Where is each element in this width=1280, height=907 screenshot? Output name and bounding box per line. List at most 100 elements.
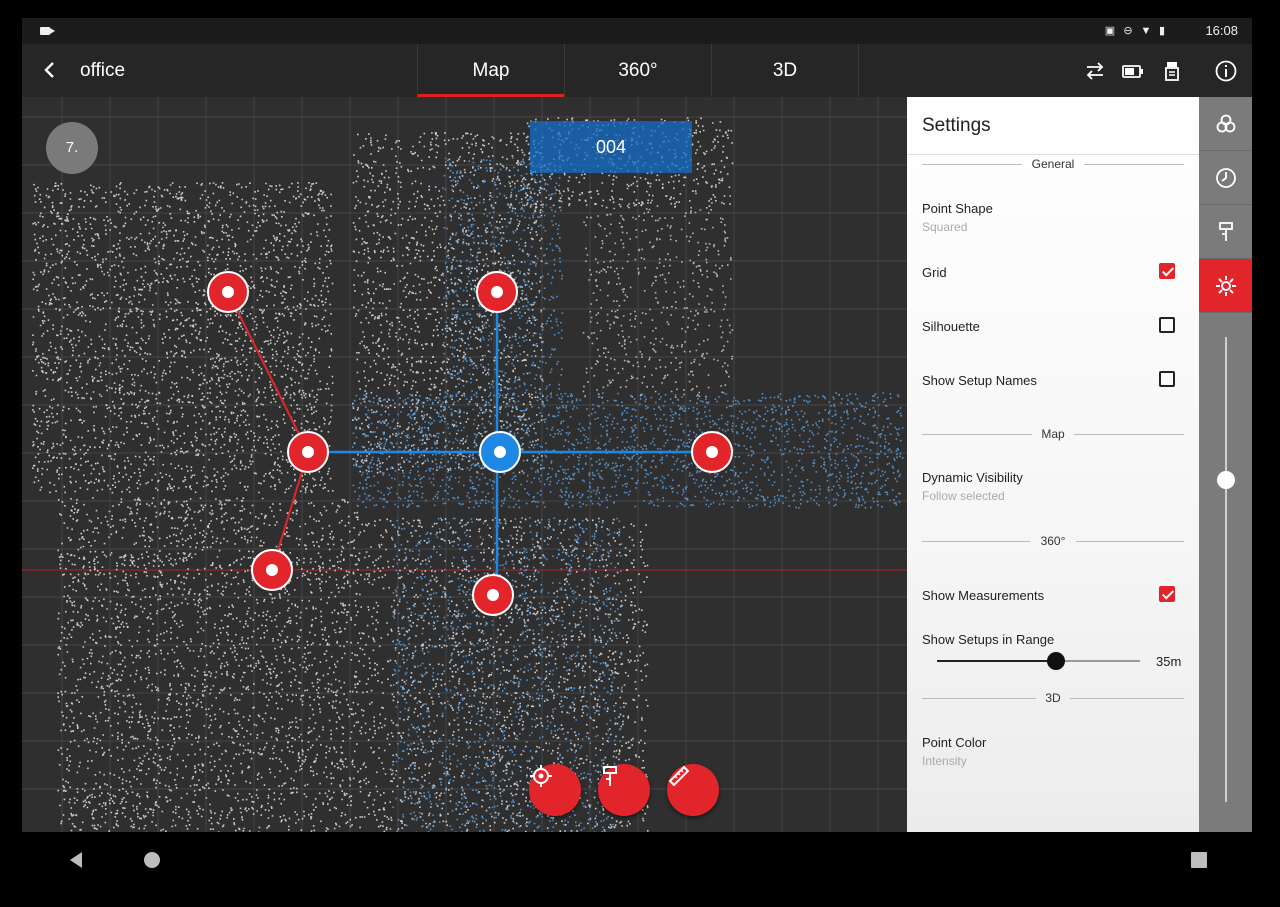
battery-icon — [1122, 65, 1143, 78]
show-measurements-checkbox[interactable] — [1159, 586, 1175, 602]
rail-settings-button[interactable] — [1199, 259, 1252, 313]
show-setup-names-checkbox[interactable] — [1159, 371, 1175, 387]
setup-marker-dot — [487, 589, 499, 601]
swap-icon — [1086, 62, 1104, 80]
rail-history-button[interactable] — [1199, 151, 1252, 205]
add-setup-button[interactable] — [598, 764, 650, 816]
section-general: General — [922, 157, 1184, 171]
nav-recents-icon[interactable] — [1190, 851, 1208, 869]
section-3d-label: 3D — [1045, 691, 1061, 705]
setup-marker-dot — [222, 286, 234, 298]
point-cloud-selected-s — [392, 517, 623, 832]
point-shape-label[interactable]: Point Shape — [922, 201, 993, 216]
setup-marker[interactable] — [287, 431, 329, 473]
setup-marker-dot — [491, 286, 503, 298]
point-color-value: Intensity — [922, 754, 967, 768]
selected-setup-marker[interactable] — [479, 431, 521, 473]
measure-button[interactable] — [667, 764, 719, 816]
grid-label: Grid — [922, 265, 947, 280]
settings-title: Settings — [922, 115, 991, 136]
nav-home-icon[interactable] — [142, 850, 162, 870]
cast-icon: ▣ — [1104, 25, 1116, 37]
show-setup-names-label: Show Setup Names — [922, 373, 1037, 388]
point-color-label[interactable]: Point Color — [922, 735, 986, 750]
zoom-slider-track[interactable] — [1225, 337, 1227, 802]
section-map: Map — [922, 427, 1184, 441]
range-slider-value: 35m — [1156, 654, 1182, 669]
show-setups-in-range-label: Show Setups in Range — [922, 632, 1055, 647]
tab-3d[interactable]: 3D — [711, 44, 859, 97]
app-bar: office Map 360° 3D — [22, 44, 1252, 97]
project-title: office — [80, 60, 126, 81]
back-button[interactable] — [38, 58, 62, 82]
setup-pin-icon — [603, 766, 617, 786]
status-bar: ▣ ⊖ ▼ ▮ 16:08 — [22, 18, 1252, 44]
silhouette-label: Silhouette — [922, 319, 980, 334]
lock-icon: ▮ — [1158, 25, 1166, 37]
point-cloud-room-e-dots — [582, 199, 734, 399]
measure-icon — [668, 765, 690, 787]
target-icon — [530, 765, 552, 787]
selected-setup-label: 004 — [530, 121, 692, 173]
range-slider-fill — [937, 660, 1056, 662]
point-shape-value: Squared — [922, 220, 968, 234]
pin-icon — [1219, 222, 1233, 241]
scanner-button[interactable] — [1160, 59, 1184, 83]
setup-marker-dot — [266, 564, 278, 576]
tab-360[interactable]: 360° — [564, 44, 711, 97]
settings-panel: Settings General Point Shape Squared Gri… — [907, 97, 1199, 832]
tab-map[interactable]: Map — [417, 44, 564, 97]
swap-button[interactable] — [1083, 59, 1107, 83]
layers-icon — [1216, 114, 1236, 133]
zoom-slider-thumb[interactable] — [1217, 471, 1235, 489]
nav-back-icon[interactable] — [66, 850, 86, 870]
tab-map-label: Map — [472, 60, 510, 81]
setup-marker[interactable] — [207, 271, 249, 313]
status-time: 16:08 — [1205, 23, 1238, 38]
setup-marker[interactable] — [476, 271, 518, 313]
setup-marker[interactable] — [472, 574, 514, 616]
camera-record-icon — [40, 27, 55, 35]
silhouette-checkbox[interactable] — [1159, 317, 1175, 333]
clock-icon — [1216, 168, 1236, 188]
section-360: 360° — [922, 534, 1184, 548]
info-button[interactable] — [1214, 59, 1238, 83]
section-general-label: General — [1031, 157, 1075, 171]
scanner-icon — [1165, 62, 1179, 81]
grid-checkbox[interactable] — [1159, 263, 1175, 279]
setup-marker[interactable] — [691, 431, 733, 473]
point-cloud-room-sw-dots — [57, 497, 359, 832]
selected-setup-marker-dot — [494, 446, 506, 458]
setup-marker-dot — [706, 446, 718, 458]
info-icon — [1215, 60, 1237, 82]
section-map-label: Map — [1041, 427, 1065, 441]
settings-gear-icon — [1216, 276, 1236, 296]
settings-header-divider — [907, 154, 1199, 155]
show-measurements-label: Show Measurements — [922, 588, 1045, 603]
dynamic-visibility-value: Follow selected — [922, 489, 1005, 503]
setup-marker[interactable] — [251, 549, 293, 591]
rail-layers-button[interactable] — [1199, 97, 1252, 151]
map-view[interactable]: 7. 004 — [22, 97, 907, 832]
dynamic-visibility-label[interactable]: Dynamic Visibility — [922, 470, 1023, 485]
chevron-left-icon — [44, 62, 54, 78]
wifi-icon: ▼ — [1140, 25, 1152, 37]
tab-360-label: 360° — [618, 60, 658, 81]
setup-marker-dot — [302, 446, 314, 458]
point-cloud-selected-s-dots — [392, 517, 623, 832]
point-cloud-corridor — [352, 392, 904, 509]
point-cloud-corridor-dots — [352, 392, 904, 509]
tab-3d-label: 3D — [772, 60, 798, 81]
point-cloud-room-e — [582, 199, 734, 399]
system-nav-bar — [0, 832, 1280, 907]
do-not-disturb-icon: ⊖ — [1123, 25, 1133, 37]
locate-button[interactable] — [529, 764, 581, 816]
battery-button[interactable] — [1121, 59, 1145, 83]
right-tool-rail — [1199, 97, 1252, 832]
section-3d: 3D — [922, 691, 1184, 705]
section-360-label: 360° — [1040, 534, 1066, 548]
setup-count-badge[interactable]: 7. — [46, 122, 98, 174]
point-cloud-map[interactable] — [22, 97, 907, 832]
rail-pin-button[interactable] — [1199, 205, 1252, 259]
range-slider-thumb[interactable] — [1047, 652, 1065, 670]
